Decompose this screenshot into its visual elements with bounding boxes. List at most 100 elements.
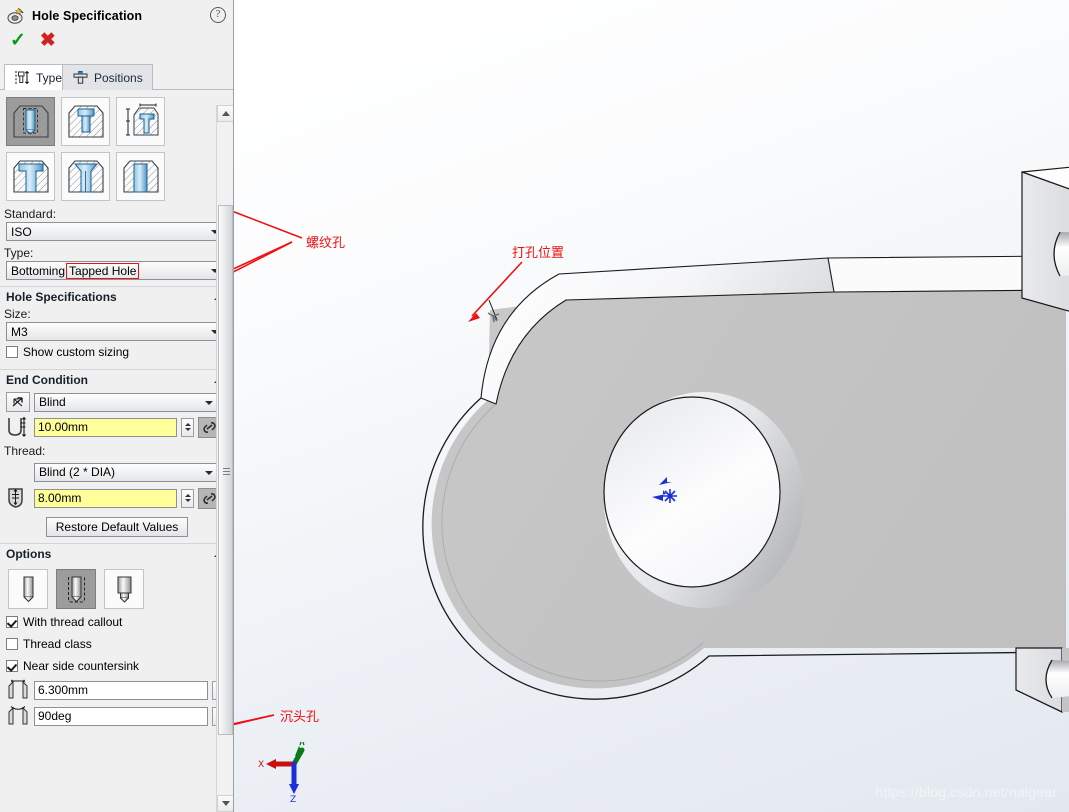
chevron-down-icon [205,400,213,405]
hole-type-row-2 [6,152,233,201]
show-custom-sizing-row[interactable]: Show custom sizing [0,341,233,363]
hole-type-countersink-button[interactable] [61,97,110,146]
thread-row: Blind (2 * DIA) [0,459,233,485]
thread-depth-input[interactable]: 8.00mm [34,488,177,508]
near-side-countersink-row[interactable]: Near side countersink [0,655,233,677]
restore-default-values-button[interactable]: Restore Default Values [45,517,189,537]
ok-button[interactable]: ✓ [10,31,26,50]
countersink-diameter-icon [6,679,30,701]
panel-body: Standard: ISO Type: Bottoming Tapped Hol… [0,91,233,812]
depth-stepper[interactable] [181,417,194,437]
cancel-button[interactable]: ✖ [40,31,56,50]
thread-depth-row: 8.00mm [0,485,233,511]
graphics-viewport[interactable]: 螺纹孔 打孔位置 沉头孔 X Z https://blog.csdn.net/n… [234,0,1069,812]
hole-positions-icon [72,69,89,86]
option-cosmetic-thread-button[interactable] [56,569,96,609]
end-condition-section-header[interactable]: End Condition [0,369,233,390]
standard-value: ISO [11,224,32,239]
hole-specifications-title: Hole Specifications [6,290,117,304]
help-icon[interactable]: ? [210,7,226,23]
chevron-down-icon [205,470,213,475]
show-custom-sizing-checkbox[interactable] [6,346,18,358]
countersink-diameter-input[interactable]: 6.300mm [34,680,208,700]
type-value-highlight: Tapped Hole [66,262,140,279]
thread-spacer [6,461,30,483]
options-title: Options [6,547,52,561]
scrollbar-grip-icon [223,468,230,475]
thread-class-row[interactable]: Thread class [0,633,233,655]
countersink-diameter-row: 6.300mm [0,677,233,703]
tab-positions-label: Positions [94,70,143,85]
size-select[interactable]: M3 [6,322,225,341]
with-thread-callout-row[interactable]: With thread callout [0,611,233,633]
with-thread-callout-label: With thread callout [23,615,123,629]
central-hole [603,396,781,588]
scrollbar-thumb[interactable] [218,205,233,735]
thread-depth-value: 8.00mm [38,491,82,505]
type-field-wrap: Bottoming Tapped Hole [0,261,233,280]
hole-type-dimension-button[interactable] [116,97,165,146]
size-label: Size: [4,307,31,321]
tab-type-label: Type [36,70,63,85]
hole-type-counterbore-button[interactable] [6,97,55,146]
size-value: M3 [11,324,28,339]
options-section-header[interactable]: Options [0,543,233,564]
scroll-down-button[interactable] [217,795,233,812]
thread-label: Thread: [4,444,46,458]
panel-header: Hole Specification ? ✓ ✖ [0,0,233,60]
with-thread-callout-checkbox[interactable] [6,616,18,628]
solidworks-hole-wizard-window: Hole Specification ? ✓ ✖ Type Positions … [0,0,1069,812]
panel-scrollbar[interactable] [216,105,233,812]
end-condition-value: Blind [39,395,66,409]
standard-field-wrap: ISO [0,222,233,241]
countersink-angle-value: 90deg [38,709,72,723]
thread-select[interactable]: Blind (2 * DIA) [34,462,219,482]
type-label: Type: [4,246,34,260]
property-manager-panel: Hole Specification ? ✓ ✖ Type Positions … [0,0,234,812]
hole-specifications-section-header[interactable]: Hole Specifications [0,286,233,307]
hole-type-straight-tap-button[interactable] [6,152,55,201]
z-axis-label: Z [290,795,296,804]
end-condition-select[interactable]: Blind [34,392,219,412]
near-side-countersink-checkbox[interactable] [6,660,18,672]
page-title: Hole Specification [32,9,143,23]
thread-depth-icon [6,487,30,509]
depth-input[interactable]: 10.00mm [34,417,177,437]
hole-type-tapered-tap-button[interactable] [61,152,110,201]
3d-model-view [422,166,1069,713]
countersink-angle-input[interactable]: 90deg [34,706,208,726]
hole-type-row-1 [6,97,233,146]
tab-positions[interactable]: Positions [62,64,153,90]
near-side-countersink-label: Near side countersink [23,659,140,673]
hole-type-legacy-button[interactable] [116,152,165,201]
annotation-threaded-hole: 螺纹孔 [306,236,346,251]
blind-depth-icon [6,416,30,438]
x-axis-label: X [258,760,264,770]
thread-depth-stepper[interactable] [181,488,194,508]
option-removed-thread-button[interactable] [104,569,144,609]
annotation-countersink-hole: 沉头孔 [280,710,320,725]
option-no-cosmetic-thread-button[interactable] [8,569,48,609]
watermark-text: https://blog.csdn.net/naigear [875,784,1057,800]
end-condition-title: End Condition [6,373,88,387]
thread-class-label: Thread class [23,637,92,651]
countersink-angle-icon [6,705,30,727]
countersink-diameter-value: 6.300mm [38,683,89,697]
type-value-prefix: Bottoming [11,263,66,278]
end-condition-row: Blind [0,390,233,414]
panel-action-buttons: ✓ ✖ [0,28,233,50]
depth-value: 10.00mm [38,420,89,434]
scroll-up-button[interactable] [217,105,233,122]
hole-type-grid [0,91,233,201]
tab-bar: Type Positions [0,62,233,90]
coordinate-axis-triad: X Z [258,742,305,804]
show-custom-sizing-label: Show custom sizing [23,345,130,359]
hole-type-icon [14,69,31,86]
standard-select[interactable]: ISO [6,222,225,241]
thread-class-checkbox[interactable] [6,638,18,650]
end-condition-icon [6,392,30,412]
type-select[interactable]: Bottoming Tapped Hole [6,261,225,280]
options-button-row [0,564,233,611]
hole-wizard-icon [6,6,26,26]
size-field-wrap: M3 [0,322,233,341]
